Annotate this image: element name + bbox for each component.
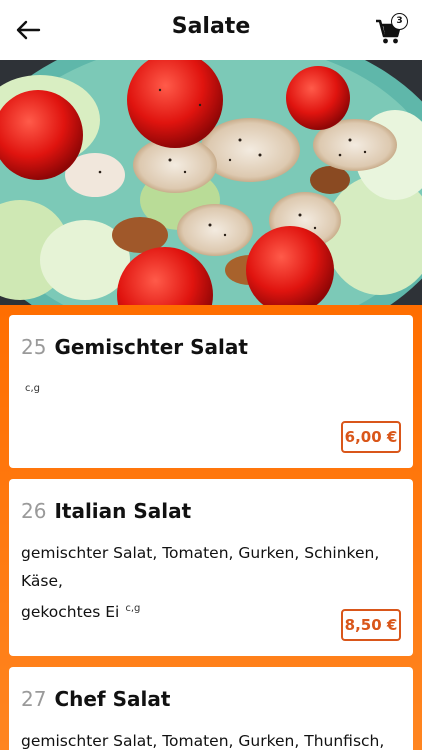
- price-button[interactable]: 6,00 €: [341, 421, 401, 453]
- product-number: 25: [21, 335, 47, 359]
- category-hero-image: [0, 60, 422, 305]
- product-name: Gemischter Salat: [54, 335, 248, 359]
- product-heading: 26 Italian Salat: [21, 499, 191, 523]
- allergen-codes: c,g: [125, 603, 141, 614]
- product-name: Italian Salat: [54, 499, 192, 523]
- product-name: Chef Salat: [54, 687, 171, 711]
- product-card[interactable]: 25 Gemischter Salat c,g 6,00 €: [9, 315, 413, 468]
- product-number: 27: [21, 687, 47, 711]
- app-header: Salate 3: [0, 0, 422, 60]
- cart-button[interactable]: 3: [374, 12, 408, 46]
- product-list: 25 Gemischter Salat c,g 6,00 € 26 Italia…: [0, 305, 422, 750]
- product-description: gemischter Salat, Tomaten, Gurken, Thunf…: [21, 727, 401, 750]
- cart-count-badge: 3: [391, 13, 408, 30]
- description-line: gemischter Salat, Tomaten, Gurken, Schin…: [21, 544, 380, 590]
- description-line-end: gekochtes Ei: [21, 603, 120, 622]
- page-title: Salate: [171, 14, 251, 39]
- product-card[interactable]: 27 Chef Salat gemischter Salat, Tomaten,…: [9, 667, 413, 750]
- product-card[interactable]: 26 Italian Salat gemischter Salat, Tomat…: [9, 479, 413, 656]
- product-number: 26: [21, 499, 47, 523]
- product-heading: 25 Gemischter Salat: [21, 335, 248, 359]
- price-button[interactable]: 8,50 €: [341, 609, 401, 641]
- salad-bowl-image: [0, 60, 422, 305]
- product-heading: 27 Chef Salat: [21, 687, 170, 711]
- allergen-codes: c,g: [25, 383, 41, 394]
- description-line: gemischter Salat, Tomaten, Gurken, Thunf…: [21, 732, 385, 750]
